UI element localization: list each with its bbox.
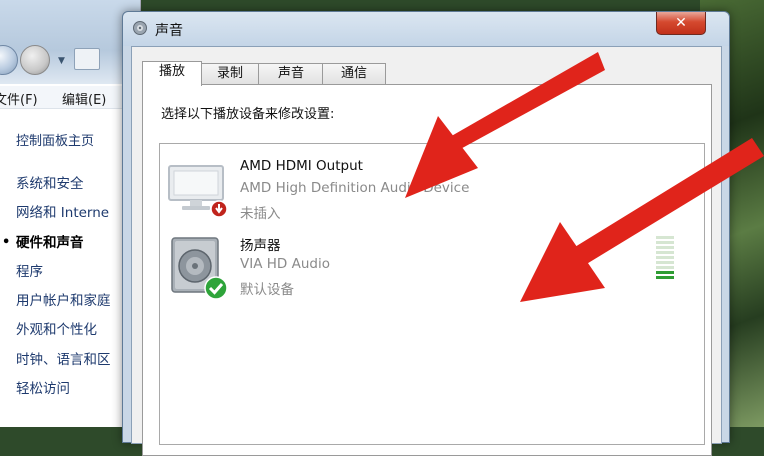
tab-sounds[interactable]: 声音	[258, 63, 324, 84]
device-name: AMD HDMI Output	[240, 158, 363, 174]
category-label: 用户帐户和家庭	[16, 293, 111, 310]
device-status: 未插入	[240, 206, 281, 222]
category-item-system-security[interactable]: 系统和安全	[0, 172, 140, 201]
level-bar	[656, 271, 674, 274]
default-checkmark-icon	[204, 276, 228, 300]
back-button[interactable]	[0, 45, 18, 75]
playback-panel: 选择以下播放设备来修改设置: AMD HDMI Output AMD High …	[142, 84, 712, 456]
category-item-user-accounts[interactable]: 用户帐户和家庭	[0, 289, 140, 318]
forward-button[interactable]	[20, 45, 50, 75]
device-driver: AMD High Definition Audio Device	[240, 180, 470, 196]
category-label: 网络和 Interne	[16, 205, 110, 222]
level-bar	[656, 276, 674, 279]
category-item-appearance[interactable]: 外观和个性化	[0, 318, 140, 347]
unplugged-badge-icon	[210, 200, 228, 218]
tab-label: 录制	[216, 66, 243, 81]
category-label: 系统和安全	[16, 176, 84, 192]
category-list: 系统和安全 网络和 Interne • 硬件和声音 程序 用户帐户和家庭 外观和个…	[0, 172, 140, 406]
tab-recording[interactable]: 录制	[200, 63, 260, 84]
sound-dialog: 声音 ✕ 播放 录制 声音 通信 选择以下播放设备来修改设置: AMD HDMI…	[122, 11, 730, 456]
device-item-speakers[interactable]: 扬声器 VIA HD Audio 默认设备	[160, 226, 680, 306]
control-panel-home-link[interactable]: 控制面板主页	[16, 130, 94, 149]
category-label: 外观和个性化	[16, 322, 97, 339]
history-dropdown-icon[interactable]: ▼	[58, 56, 65, 66]
device-list[interactable]: AMD HDMI Output AMD High Definition Audi…	[159, 143, 705, 445]
level-bar	[656, 266, 674, 269]
category-item-ease-of-access[interactable]: 轻松访问	[0, 377, 140, 406]
device-item-hdmi[interactable]: AMD HDMI Output AMD High Definition Audi…	[160, 150, 680, 230]
active-bullet-icon: •	[2, 234, 11, 250]
tab-label: 播放	[158, 64, 185, 79]
device-name: 扬声器	[240, 238, 281, 254]
level-bar	[656, 256, 674, 259]
menu-edit[interactable]: 编辑(E)	[62, 89, 106, 108]
dialog-titlebar[interactable]: 声音 ✕	[123, 12, 729, 46]
device-status: 默认设备	[240, 282, 294, 298]
level-bar	[656, 251, 674, 254]
category-label: 轻松访问	[16, 381, 70, 398]
dialog-client-area: 播放 录制 声音 通信 选择以下播放设备来修改设置: AMD HDMI Outp…	[131, 46, 722, 456]
menu-file[interactable]: 文件(F)	[0, 89, 38, 108]
tab-label: 声音	[277, 66, 304, 81]
category-label: 时钟、语言和区	[16, 351, 111, 368]
menu-bar: 文件(F) 编辑(E)	[0, 86, 140, 109]
device-driver: VIA HD Audio	[240, 256, 330, 272]
tab-communications[interactable]: 通信	[322, 63, 386, 84]
category-item-network[interactable]: 网络和 Interne	[0, 201, 140, 230]
category-item-programs[interactable]: 程序	[0, 260, 140, 289]
instruction-text: 选择以下播放设备来修改设置:	[161, 107, 335, 122]
close-icon: ✕	[675, 15, 687, 31]
dialog-title: 声音	[155, 23, 183, 39]
level-bar	[656, 241, 674, 244]
tab-playback[interactable]: 播放	[142, 61, 202, 86]
level-bar	[656, 236, 674, 239]
category-item-hardware-sound[interactable]: • 硬件和声音	[0, 231, 140, 260]
sound-icon	[133, 21, 147, 35]
control-panel-titlebar: ▼	[0, 0, 140, 84]
category-item-clock-language[interactable]: 时钟、语言和区	[0, 348, 140, 377]
close-button[interactable]: ✕	[656, 12, 706, 35]
tab-label: 通信	[340, 66, 367, 81]
volume-level-meter	[656, 236, 674, 292]
category-label: 程序	[16, 263, 43, 280]
level-bar	[656, 261, 674, 264]
control-panel-window: ▼ 文件(F) 编辑(E) 控制面板主页 系统和安全 网络和 Interne •…	[0, 0, 141, 427]
address-bar-icon[interactable]	[74, 48, 100, 70]
level-bar	[656, 246, 674, 249]
category-label: 硬件和声音	[16, 234, 84, 251]
